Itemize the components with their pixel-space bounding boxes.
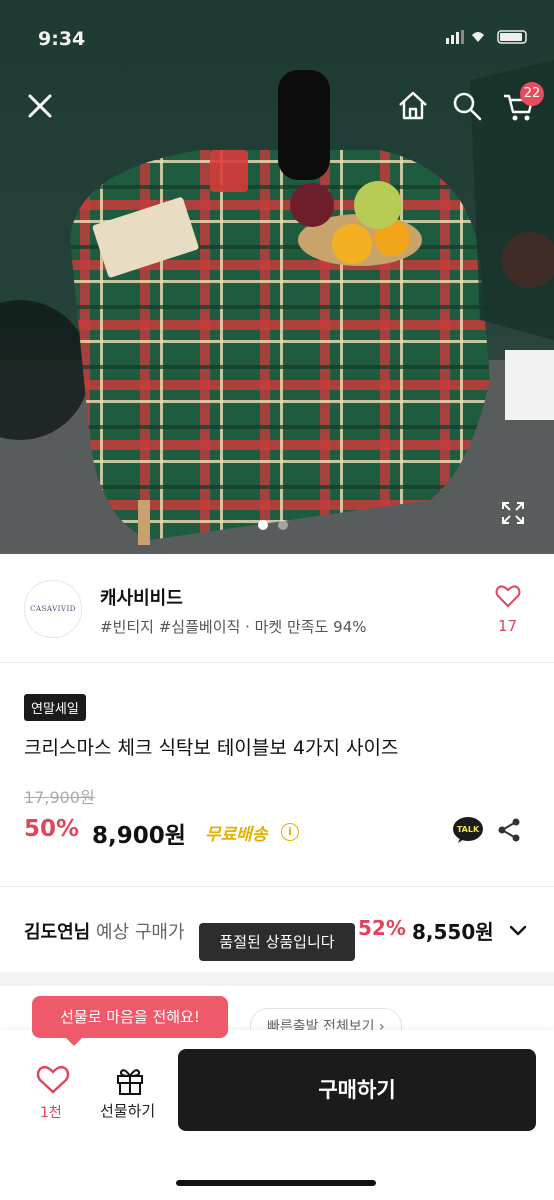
gift-icon[interactable] [114,1064,146,1096]
member-name: 김도연님 [24,922,91,943]
member-price: 8,550원 [412,920,494,944]
seller-row[interactable]: CASAVIVID 캐사비비드 #빈티지 #심플베이직 · 마켓 만족도 94%… [0,554,554,663]
slide-dot-active[interactable] [258,520,268,530]
info-icon[interactable]: i [281,823,299,841]
buy-button[interactable]: 구매하기 [178,1049,536,1131]
expand-icon[interactable] [500,500,526,526]
member-price-label: 김도연님 예상 구매가 [24,918,185,944]
seller-logo[interactable]: CASAVIVID [24,580,82,638]
soldout-toast: 품절된 상품입니다 [199,923,355,961]
divider [0,886,554,887]
status-time: 9:34 [38,28,86,50]
kakao-talk-icon[interactable]: TALK [452,816,484,844]
chevron-down-icon[interactable] [508,920,528,940]
seller-name[interactable]: 캐사비비드 [100,584,183,610]
original-price: 17,900원 [24,788,95,807]
free-shipping-label: 무료배송 [205,825,268,845]
status-bar: 9:34 [0,0,554,50]
gift-tooltip[interactable]: 선물로 마음을 전해요! [32,996,228,1046]
home-indicator [176,1180,376,1186]
close-icon[interactable] [22,88,58,124]
seller-tags: #빈티지 #심플베이직 · 마켓 만족도 94% [100,618,367,636]
like-count: 1천 [40,1105,62,1121]
home-icon[interactable] [395,88,431,124]
expected-price-label: 예상 구매가 [95,922,185,943]
product-image[interactable]: 9:34 22 [0,0,554,554]
slide-dot[interactable] [278,520,288,530]
signal-wifi-battery-icon [446,30,527,44]
sale-price: 8,900원 [92,823,186,849]
section-gap [0,972,554,986]
share-icon[interactable] [496,817,522,843]
seller-like-count: 17 [498,617,518,635]
member-discount: 52% [358,916,406,940]
tablecloth-photo [0,60,554,554]
seller-heart-icon[interactable] [494,582,522,610]
search-icon[interactable] [449,88,485,124]
discount-rate: 50% [24,816,80,842]
product-title: 크리스마스 체크 식탁보 테이블보 4가지 사이즈 [24,737,399,759]
slide-indicator [258,515,298,534]
sale-badge: 연말세일 [24,694,86,721]
like-heart-icon[interactable] [34,1064,72,1096]
cart-badge: 22 [520,82,544,106]
gift-label[interactable]: 선물하기 [100,1100,155,1121]
talk-label: TALK [457,825,480,834]
status-icons [446,30,532,48]
